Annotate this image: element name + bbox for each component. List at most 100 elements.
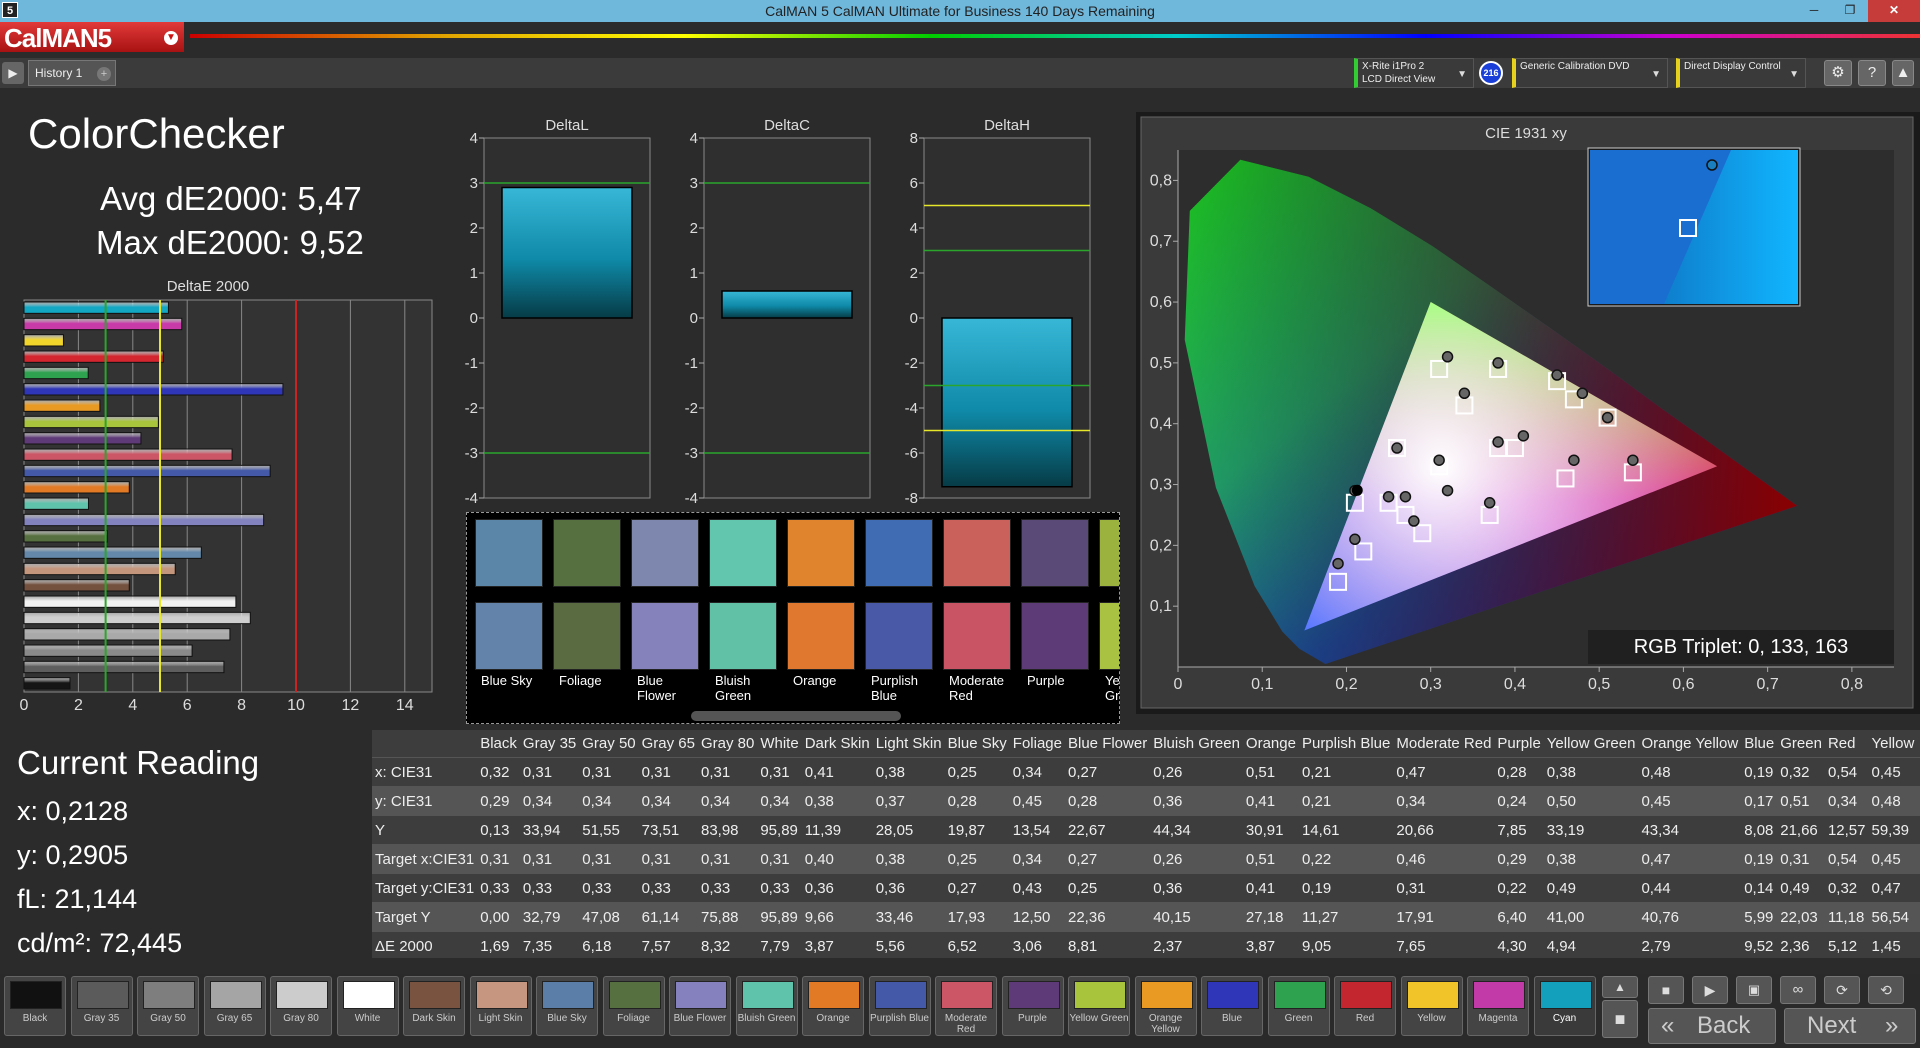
patch-button-red[interactable]: Red [1334, 976, 1396, 1036]
minimize-button[interactable]: ─ [1796, 0, 1832, 22]
table-cell: 33,94 [519, 815, 580, 845]
deltae-bar [23, 481, 130, 494]
measured-point [1441, 351, 1454, 363]
table-row[interactable]: x: CIE31 0,32 0,31 0,31 0,31 0,31 0,31 0,41 0,38… [372, 757, 1920, 787]
reset-button[interactable]: ⟲ [1868, 976, 1904, 1004]
table-cell: 12,50 [1009, 902, 1065, 932]
table-cell: 56,54 [1868, 902, 1918, 932]
swatch-comparison[interactable]: Blue Sky Foliage Blue Flower Bluish Green Or… [466, 512, 1120, 724]
table-cell: 0,41 [1242, 873, 1299, 903]
table-cell: 11,18 [1824, 902, 1869, 932]
patch-button-green[interactable]: Green [1267, 976, 1330, 1036]
tab-label: History 1 [35, 66, 83, 80]
patch-button-dark-skin[interactable]: Dark Skin [403, 976, 465, 1036]
table-cell: 0,45 [1868, 757, 1918, 787]
meter-badge[interactable]: 216 [1479, 61, 1503, 85]
table-row[interactable]: Target y:CIE31 0,33 0,33 0,33 0,33 0,33 0,33 0,… [372, 873, 1920, 903]
table-cell: Target y:CIE31 [372, 873, 478, 903]
table-row[interactable]: Y 0,13 33,94 51,55 73,51 83,98 95,89 11,39 28,05… [372, 815, 1920, 845]
help-button[interactable]: ? [1858, 60, 1886, 86]
restore-button[interactable]: ❐ [1832, 0, 1868, 22]
display-selector[interactable]: Direct Display Control ▼ [1676, 58, 1806, 88]
play-icon[interactable]: ▶ [2, 62, 24, 84]
close-button[interactable]: ✕ [1868, 0, 1920, 22]
save-reading-button[interactable]: ▣ [1736, 976, 1772, 1004]
patch-button-black[interactable]: Black [4, 976, 66, 1036]
table-cell: y: CIE31 [372, 786, 478, 816]
deltae-bar [23, 301, 169, 314]
tab-history-1[interactable]: History 1 + [28, 60, 116, 86]
loop-button[interactable]: ∞ [1780, 976, 1816, 1004]
stop-run-button[interactable]: ■ [1648, 976, 1684, 1004]
deltae-bar [23, 464, 271, 478]
patch-button-gray-80[interactable]: Gray 80 [270, 976, 332, 1036]
settings-button[interactable]: ⚙ [1824, 60, 1852, 86]
patch-button-purple[interactable]: Purple [1001, 976, 1064, 1036]
patch-button-yellow[interactable]: Yellow [1400, 976, 1463, 1036]
deltae-bar [23, 660, 225, 674]
source-selector[interactable]: Generic Calibration DVD ▼ [1512, 58, 1668, 88]
play-run-button[interactable]: ▶ [1692, 976, 1728, 1004]
collapse-button[interactable]: ▲ [1892, 60, 1914, 86]
table-cell: 0,38 [872, 757, 945, 787]
stop-button[interactable]: ■ [1602, 1000, 1638, 1038]
patch-color [542, 981, 594, 1009]
patch-color [409, 981, 461, 1009]
table-cell: 0,31 [697, 844, 758, 874]
gear-icon: ⚙ [1831, 64, 1845, 81]
target-swatch [1021, 519, 1089, 587]
patch-button-blue-sky[interactable]: Blue Sky [536, 976, 598, 1036]
table-row[interactable]: Target x:CIE31 0,31 0,31 0,31 0,31 0,31 0,31 0,… [372, 844, 1920, 874]
patch-button-foliage[interactable]: Foliage [602, 976, 665, 1036]
table-row[interactable]: Target Y 0,00 32,79 47,08 61,14 75,88 95,89 9,6… [372, 902, 1920, 932]
table-cell: 20,66 [1393, 815, 1495, 845]
patch-button-white[interactable]: White [336, 976, 399, 1036]
table-row[interactable]: y: CIE31 0,29 0,34 0,34 0,34 0,34 0,34 0,38 0,37… [372, 786, 1920, 816]
back-button[interactable]: « Back [1648, 1008, 1776, 1044]
table-cell: 0,45 [1868, 844, 1918, 874]
column-header: Gray 50 [582, 735, 636, 752]
table-cell: 17,91 [1393, 902, 1495, 932]
patch-button-orange-yellow[interactable]: Orange Yellow [1134, 976, 1197, 1036]
patch-label: Moderate Red [944, 1013, 988, 1035]
patch-button-bluish-green[interactable]: Bluish Green [735, 976, 798, 1036]
patch-button-orange[interactable]: Orange [802, 976, 864, 1036]
add-tab-button[interactable]: + [97, 67, 111, 81]
table-row[interactable]: ΔE 2000 1,69 7,35 6,18 7,57 8,32 7,79 3,87 5,56 6… [372, 931, 1920, 958]
patch-button-light-skin[interactable]: Light Skin [469, 976, 532, 1036]
y-tick-label: 0,1 [1150, 598, 1172, 615]
next-button[interactable]: Next » [1784, 1008, 1916, 1044]
swatch-scrollbar[interactable] [691, 711, 901, 721]
patch-color [741, 981, 794, 1009]
x-tick-label: 6 [183, 697, 192, 714]
meter-selector[interactable]: X-Rite i1Pro 2 LCD Direct View ▼ [1354, 58, 1474, 88]
double-chevron-right-icon: » [1885, 1012, 1899, 1039]
patch-label: Yellow Green [1069, 1013, 1129, 1024]
patch-button-blue-flower[interactable]: Blue Flower [669, 976, 731, 1036]
patch-button-cyan[interactable]: Cyan [1533, 976, 1596, 1036]
patch-button-purplish-blue[interactable]: Purplish Blue [868, 976, 931, 1036]
patch-button-yellow-green[interactable]: Yellow Green [1068, 976, 1130, 1036]
y-tick-label: 1 [690, 265, 698, 282]
meter-name: X-Rite i1Pro 2 [1362, 61, 1425, 72]
scroll-up-button[interactable]: ▲ [1602, 976, 1638, 998]
table-cell: 0,34 [519, 786, 580, 816]
patch-button-gray-50[interactable]: Gray 50 [137, 976, 199, 1036]
calman-logo-menu[interactable]: CalMAN5 ▼ [0, 22, 184, 53]
refresh-button[interactable]: ⟳ [1824, 976, 1860, 1004]
deltac-chart: DeltaC 4 3 2 1 0 -1 -2 -3 -4 [685, 117, 871, 507]
measured-point [1399, 490, 1412, 503]
data-table-container[interactable]: Black Gray 35 Gray 50 Gray 65 Gray 80 White Da… [372, 730, 1920, 958]
patch-button-gray-65[interactable]: Gray 65 [203, 976, 266, 1036]
patch-button-moderate-red[interactable]: Moderate Red [935, 976, 997, 1036]
table-cell: 0,36 [872, 873, 945, 903]
patch-button-blue[interactable]: Blue [1201, 976, 1263, 1036]
deltae-bar [23, 579, 130, 592]
table-cell: 0,28 [1065, 786, 1151, 816]
measured-point [1391, 442, 1403, 454]
patch-color [675, 981, 727, 1009]
patch-button-magenta[interactable]: Magenta [1467, 976, 1529, 1036]
patch-button-gray-35[interactable]: Gray 35 [70, 976, 133, 1036]
x-tick-label: 0,8 [1841, 676, 1863, 693]
table-header-row: Black Gray 35 Gray 50 Gray 65 Gray 80 White Da… [372, 730, 1920, 758]
